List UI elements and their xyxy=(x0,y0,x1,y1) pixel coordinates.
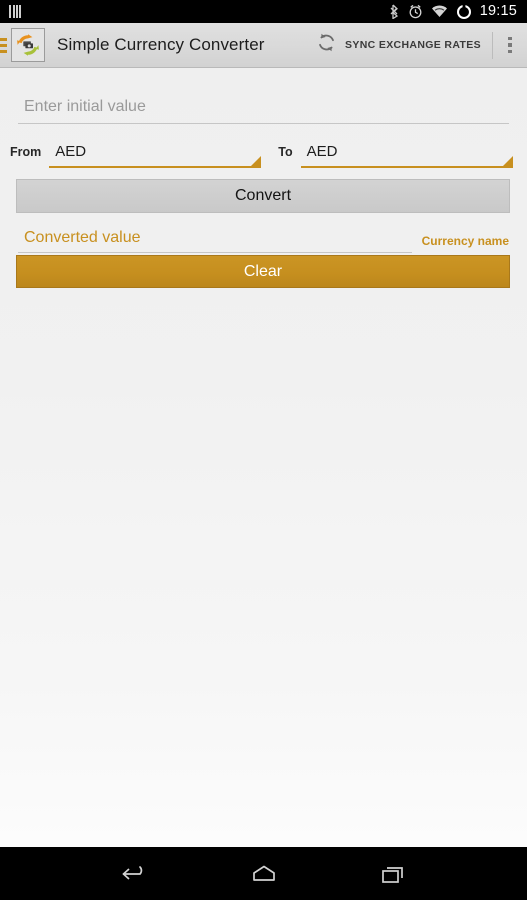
recent-apps-icon[interactable] xyxy=(365,854,421,894)
status-bar-left xyxy=(0,5,21,18)
back-arrow-icon[interactable] xyxy=(107,854,163,894)
status-bar-clock: 19:15 xyxy=(479,3,517,19)
currency-name-label: Currency name xyxy=(421,234,509,248)
to-label: To xyxy=(278,145,293,159)
currency-exchange-app-icon[interactable] xyxy=(11,28,45,62)
android-device-screen: 19:15 Simple Currency Converter SYNC EXC… xyxy=(0,0,527,900)
initial-value-placeholder: Enter initial value xyxy=(24,97,146,115)
status-bar-right: 19:15 xyxy=(390,0,527,23)
system-navigation-bar xyxy=(0,847,527,900)
sync-exchange-rates-button[interactable]: SYNC EXCHANGE RATES xyxy=(307,23,492,68)
converted-value-row: Converted value Currency name xyxy=(18,223,509,253)
app-bar: Simple Currency Converter SYNC EXCHANGE … xyxy=(0,23,527,68)
app-bar-actions: SYNC EXCHANGE RATES xyxy=(307,23,527,68)
alarm-clock-icon xyxy=(408,4,423,19)
chevron-down-icon xyxy=(502,156,513,166)
convert-button[interactable]: Convert xyxy=(16,179,510,213)
converted-value-placeholder: Converted value xyxy=(24,228,141,246)
sim-card-icon xyxy=(9,5,21,18)
refresh-icon xyxy=(316,32,337,58)
status-bar: 19:15 xyxy=(0,0,527,23)
initial-value-input[interactable]: Enter initial value xyxy=(18,90,509,124)
to-currency-spinner[interactable]: AED xyxy=(300,138,513,168)
wifi-icon xyxy=(431,5,448,18)
converted-value-output[interactable]: Converted value xyxy=(18,223,412,253)
from-currency-value: AED xyxy=(55,143,87,160)
battery-circle-icon xyxy=(456,4,472,20)
from-currency-spinner[interactable]: AED xyxy=(49,138,262,168)
currency-selection-row: From AED To AED xyxy=(10,138,517,172)
main-content: Enter initial value From AED To AED Conv… xyxy=(0,68,527,847)
from-label: From xyxy=(10,145,42,159)
hamburger-menu-icon[interactable] xyxy=(0,37,7,53)
bluetooth-icon xyxy=(390,4,400,19)
home-icon[interactable] xyxy=(236,854,292,894)
sync-exchange-rates-label: SYNC EXCHANGE RATES xyxy=(345,39,481,51)
chevron-down-icon xyxy=(251,156,262,166)
to-currency-value: AED xyxy=(306,143,338,160)
clear-button[interactable]: Clear xyxy=(16,255,510,288)
overflow-menu-icon[interactable] xyxy=(493,23,527,68)
app-title: Simple Currency Converter xyxy=(57,35,265,54)
